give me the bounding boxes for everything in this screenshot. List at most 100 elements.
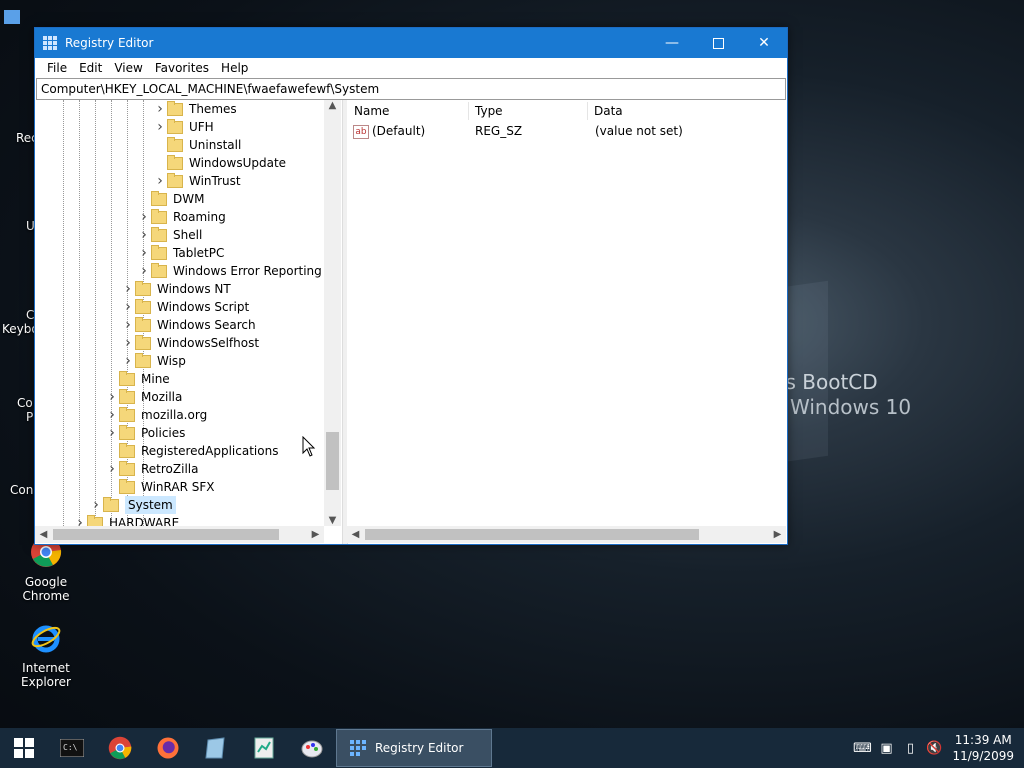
taskbar-cmd[interactable]: C:\ — [48, 728, 96, 768]
scroll-right-icon[interactable]: ▶ — [307, 526, 324, 543]
chevron-right-icon[interactable]: › — [121, 316, 135, 334]
folder-icon — [119, 460, 135, 476]
tree-node[interactable]: Mine — [105, 370, 170, 388]
scroll-thumb[interactable] — [365, 529, 699, 540]
chevron-right-icon[interactable]: › — [137, 226, 151, 244]
clock[interactable]: 11:39 AM 11/9/2099 — [952, 732, 1014, 764]
mouse-cursor-icon — [302, 436, 316, 457]
tree-node[interactable]: › WindowsSelfhost — [121, 334, 259, 352]
chevron-right-icon[interactable]: › — [105, 406, 119, 424]
usb-icon[interactable]: ▯ — [898, 741, 922, 756]
tree-node-label: Themes — [189, 102, 237, 116]
tree-node[interactable]: › WinTrust — [153, 172, 241, 190]
scroll-right-icon[interactable]: ▶ — [769, 526, 786, 543]
scroll-left-icon[interactable]: ◀ — [35, 526, 52, 543]
folder-icon — [119, 424, 135, 440]
menu-view[interactable]: View — [108, 61, 148, 75]
registry-editor-window[interactable]: Registry Editor — ✕ File Edit View Favor… — [34, 27, 788, 545]
value-row-name[interactable]: ab (Default) — [353, 122, 425, 140]
chevron-right-icon[interactable]: › — [73, 514, 87, 526]
tree-guide-line — [79, 100, 80, 526]
chevron-right-icon[interactable]: › — [137, 208, 151, 226]
tree-node-label: System — [125, 496, 176, 514]
tree-node[interactable]: › Windows NT — [121, 280, 231, 298]
tree-node[interactable]: › Mozilla — [105, 388, 182, 406]
scroll-down-icon[interactable]: ▼ — [324, 515, 341, 526]
desktop-icon-chrome[interactable]: Google Chrome — [0, 536, 92, 603]
volume-muted-icon[interactable]: 🔇 — [922, 741, 946, 756]
chevron-right-icon[interactable]: › — [121, 352, 135, 370]
taskbar-app-4[interactable] — [192, 728, 240, 768]
address-bar[interactable]: Computer\HKEY_LOCAL_MACHINE\fwaefawefewf… — [36, 78, 786, 100]
close-icon: ✕ — [758, 35, 770, 51]
menu-help[interactable]: Help — [215, 61, 254, 75]
chevron-right-icon[interactable]: › — [121, 280, 135, 298]
taskbar-firefox[interactable] — [144, 728, 192, 768]
folder-icon — [167, 172, 183, 188]
minimize-button[interactable]: — — [649, 28, 695, 58]
folder-icon — [87, 514, 103, 526]
tree-node[interactable]: › mozilla.org — [105, 406, 207, 424]
values-horizontal-scrollbar[interactable]: ◀ ▶ — [347, 526, 786, 543]
taskbar-chrome[interactable] — [96, 728, 144, 768]
display-icon[interactable]: ▣ — [874, 741, 898, 756]
tree-horizontal-scrollbar[interactable]: ◀ ▶ — [35, 526, 324, 543]
tree-node[interactable]: WindowsUpdate — [153, 154, 286, 172]
tree-node[interactable]: WinRAR SFX — [105, 478, 215, 496]
column-header-type[interactable]: Type — [468, 100, 589, 122]
taskbar-app-6[interactable] — [288, 728, 336, 768]
chevron-right-icon[interactable]: › — [153, 100, 167, 118]
tree-node[interactable]: › UFH — [153, 118, 214, 136]
tree-node[interactable]: DWM — [137, 190, 204, 208]
tree-node[interactable]: › Windows Error Reporting — [137, 262, 322, 280]
tree-node[interactable]: › Windows Script — [121, 298, 249, 316]
tree-node[interactable]: › Roaming — [137, 208, 226, 226]
chevron-right-icon[interactable]: › — [137, 244, 151, 262]
chevron-right-icon[interactable]: › — [105, 388, 119, 406]
tree-node[interactable]: › System — [89, 496, 176, 514]
desktop-icon-ie[interactable]: Internet Explorer — [0, 622, 92, 689]
registry-tree[interactable]: › Themes › UFH Uninstall WindowsUpdate › WinTru… — [35, 100, 341, 526]
tree-node[interactable]: › Themes — [153, 100, 237, 118]
chevron-right-icon[interactable]: › — [153, 172, 167, 190]
chevron-right-icon[interactable]: › — [137, 262, 151, 280]
scroll-up-icon[interactable]: ▲ — [324, 100, 341, 111]
menu-favorites[interactable]: Favorites — [149, 61, 215, 75]
chevron-right-icon[interactable]: › — [89, 496, 103, 514]
menu-edit[interactable]: Edit — [73, 61, 108, 75]
start-button[interactable] — [0, 728, 48, 768]
desktop-icon-partial[interactable] — [0, 8, 22, 35]
chevron-right-icon[interactable]: › — [153, 118, 167, 136]
internet-explorer-icon — [31, 625, 61, 653]
chevron-right-icon[interactable]: › — [121, 298, 135, 316]
scroll-thumb[interactable] — [326, 432, 339, 490]
title-bar[interactable]: Registry Editor — ✕ — [35, 28, 787, 58]
keyboard-layout-icon[interactable]: ⌨ — [850, 741, 874, 756]
folder-icon — [119, 406, 135, 422]
tree-node[interactable]: › RetroZilla — [105, 460, 198, 478]
menu-file[interactable]: File — [41, 61, 73, 75]
taskbar-app-5[interactable] — [240, 728, 288, 768]
values-list[interactable]: Name Type Data ab (Default) REG_SZ (value… — [347, 100, 786, 526]
scroll-thumb[interactable] — [53, 529, 279, 540]
close-button[interactable]: ✕ — [741, 28, 787, 58]
tree-node[interactable]: › HARDWARE — [73, 514, 179, 526]
scroll-left-icon[interactable]: ◀ — [347, 526, 364, 543]
chevron-right-icon[interactable]: › — [105, 424, 119, 442]
tree-node-label: RegisteredApplications — [141, 444, 279, 458]
chevron-right-icon[interactable]: › — [121, 334, 135, 352]
tree-node[interactable]: › Policies — [105, 424, 185, 442]
tree-node[interactable]: › Windows Search — [121, 316, 256, 334]
tree-node[interactable]: › TabletPC — [137, 244, 224, 262]
chevron-right-icon[interactable]: › — [105, 460, 119, 478]
tree-node[interactable]: › Wisp — [121, 352, 186, 370]
column-header-data[interactable]: Data — [587, 100, 774, 122]
maximize-button[interactable] — [695, 28, 741, 58]
folder-icon — [167, 118, 183, 134]
tree-node[interactable]: › Shell — [137, 226, 202, 244]
taskbar-registry-editor[interactable]: Registry Editor — [336, 729, 492, 767]
column-header-name[interactable]: Name — [347, 100, 468, 122]
tree-node[interactable]: Uninstall — [153, 136, 241, 154]
tree-vertical-scrollbar[interactable]: ▲ ▼ — [324, 100, 341, 526]
tree-node[interactable]: RegisteredApplications — [105, 442, 278, 460]
